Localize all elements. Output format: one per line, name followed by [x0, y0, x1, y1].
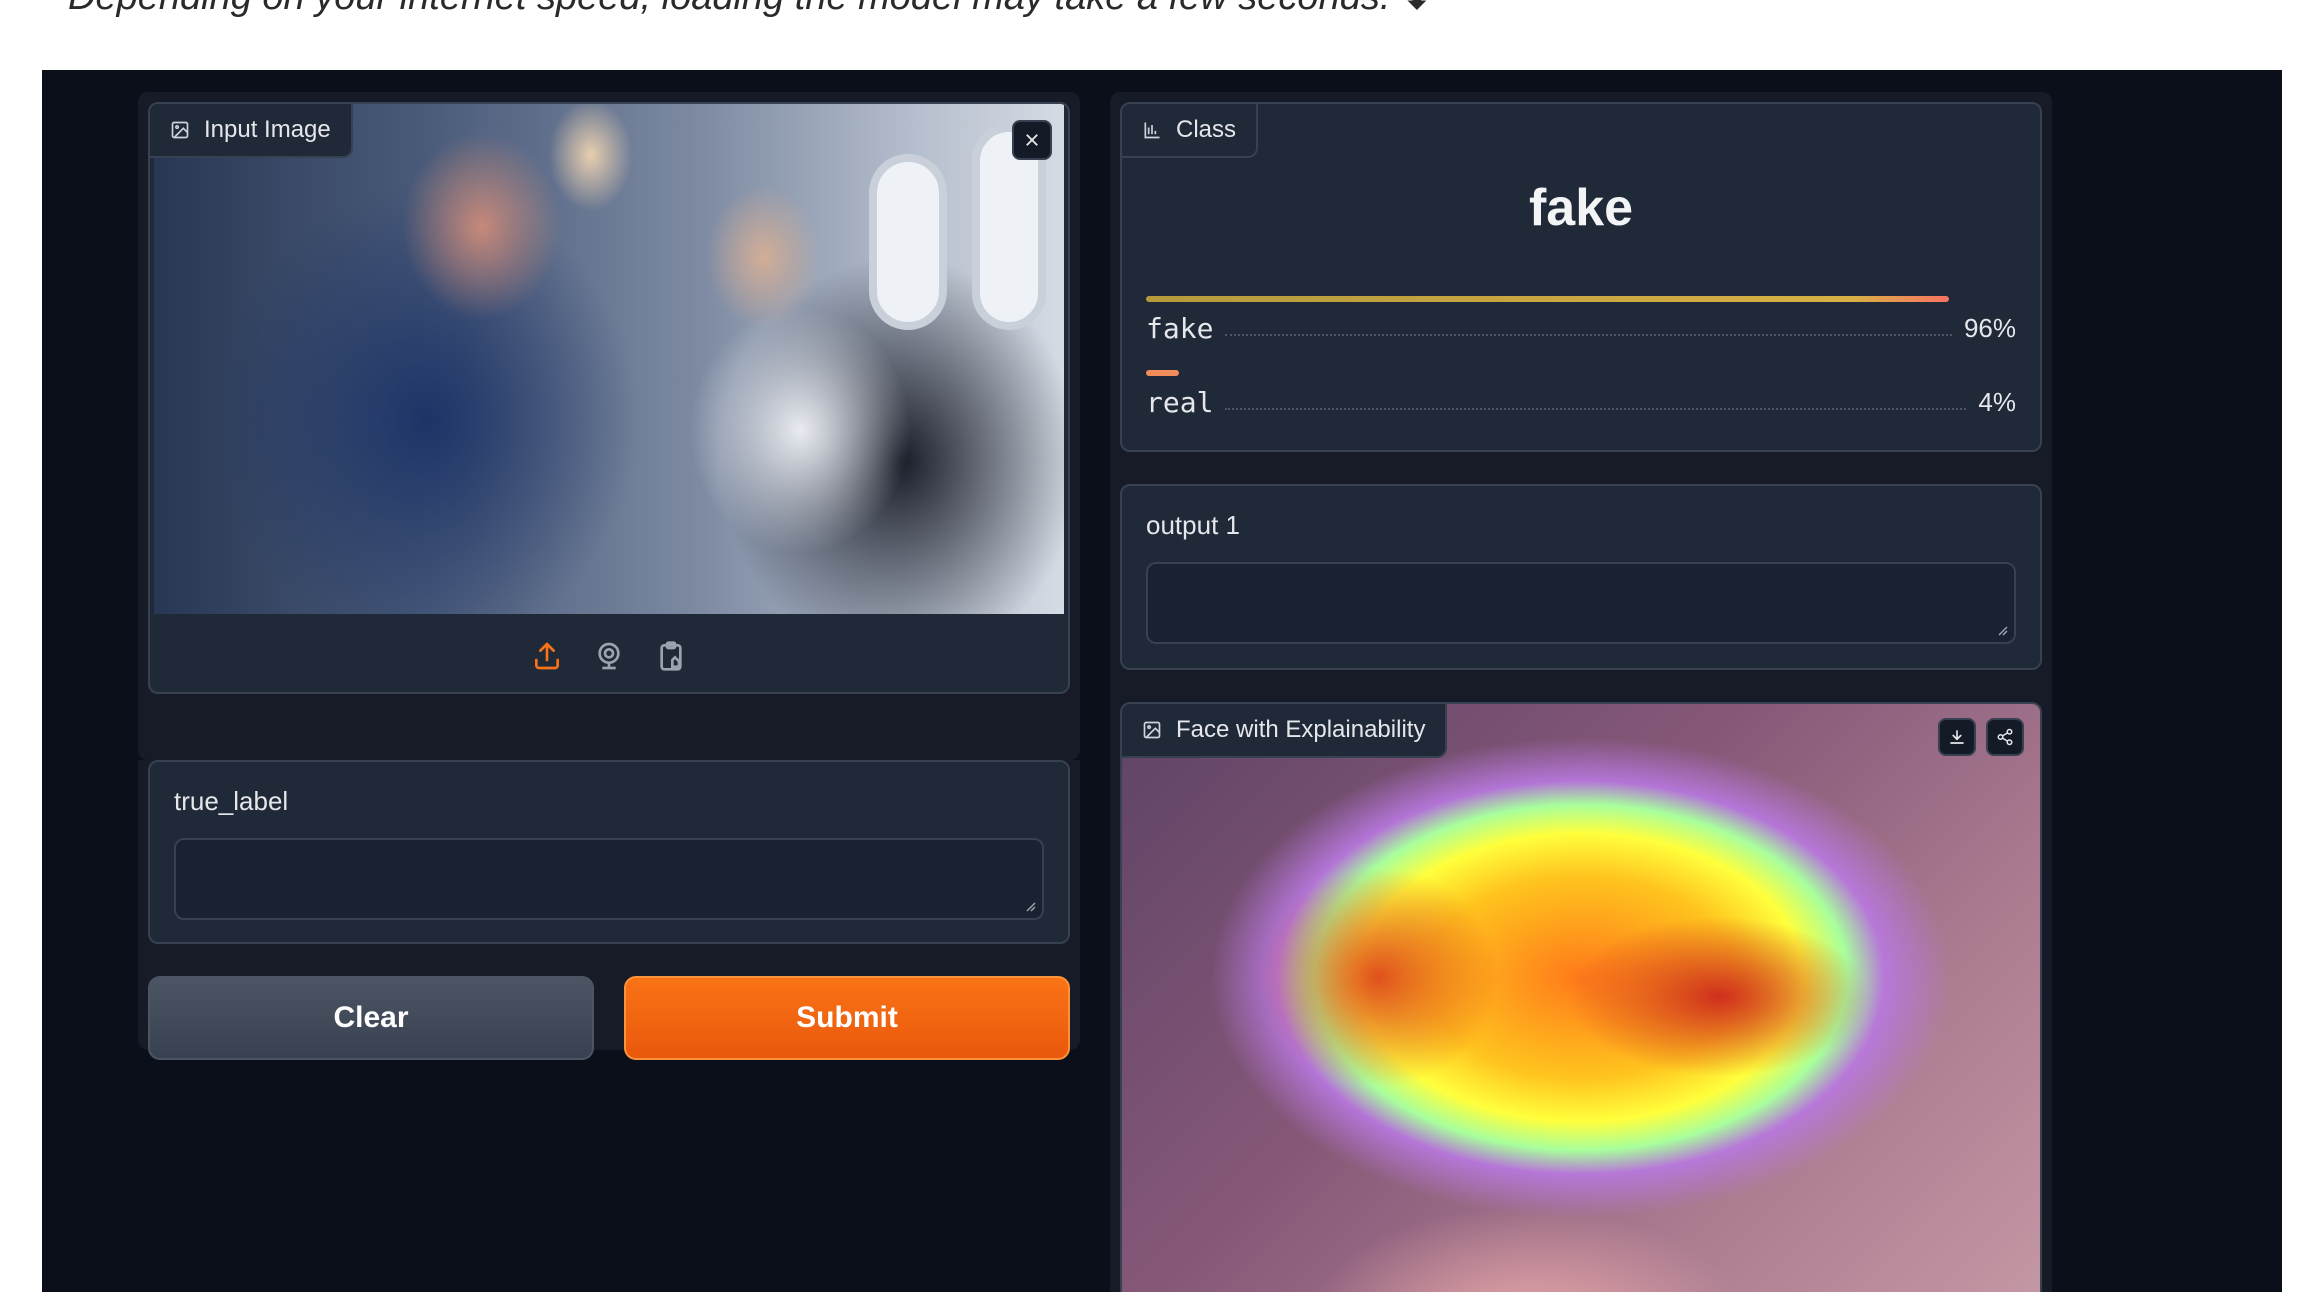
- remove-image-button[interactable]: [1012, 120, 1052, 160]
- webcam-source-button[interactable]: [589, 636, 629, 676]
- submit-button[interactable]: Submit: [624, 976, 1070, 1060]
- confidence-track: [1146, 296, 1982, 302]
- class-label: Class: [1122, 104, 1259, 158]
- image-icon: [1143, 721, 1161, 739]
- clear-button[interactable]: Clear: [148, 976, 594, 1060]
- predicted-class: fake: [1528, 179, 1634, 237]
- dotted-leader: [1225, 407, 1967, 410]
- input-image-block[interactable]: Input Image: [148, 102, 1070, 694]
- input-column-lower: true_label Clear Submit: [138, 760, 1080, 1060]
- class-output-block: Class fake fake 96% real 4%: [1120, 102, 2042, 452]
- confidence-bar: [1146, 296, 1949, 302]
- clipboard-icon: [660, 641, 682, 671]
- share-button[interactable]: [1986, 718, 2024, 756]
- dotted-leader: [1225, 333, 1952, 336]
- download-icon: [1950, 730, 1964, 744]
- bar-chart-icon: [1144, 122, 1160, 139]
- input-image-label: Input Image: [150, 104, 353, 158]
- confidence-label: fake: [1146, 312, 1214, 345]
- image-icon: [171, 121, 189, 139]
- upload-icon: [535, 642, 559, 670]
- confidence-row: real 4%: [1146, 370, 2016, 440]
- explainability-image-block: Face with Explainability: [1120, 702, 2042, 1292]
- image-source-bar: [150, 618, 1068, 692]
- output-1-label: output 1: [1146, 510, 1240, 540]
- close-icon: [1026, 134, 1038, 146]
- webcam-icon: [598, 642, 620, 670]
- output-1-block: output 1: [1120, 484, 2042, 670]
- input-column: Input Image: [138, 92, 1080, 760]
- airplane-window: [869, 154, 947, 330]
- upload-source-button[interactable]: [527, 636, 567, 676]
- share-icon: [1997, 728, 2013, 746]
- true-label-input[interactable]: [174, 838, 1044, 920]
- page-caption: Depending on your internet speed, loadin…: [68, 0, 1433, 19]
- true-label-label: true_label: [174, 786, 289, 816]
- output-1-textbox[interactable]: [1146, 562, 2016, 644]
- resize-handle-icon[interactable]: [1996, 624, 2008, 636]
- confidence-percent: 4%: [1978, 387, 2016, 417]
- input-image-label-text: Input Image: [204, 116, 331, 143]
- confidence-label: real: [1146, 386, 1214, 419]
- explainability-heatmap-image: [1122, 704, 2040, 1292]
- explainability-label: Face with Explainability: [1122, 704, 1448, 758]
- confidence-bar: [1146, 370, 1180, 376]
- input-image-preview: [154, 104, 1064, 614]
- explainability-label-text: Face with Explainability: [1176, 716, 1426, 743]
- confidence-track: [1146, 370, 1982, 376]
- confidence-percent: 96%: [1963, 313, 2016, 343]
- clipboard-source-button[interactable]: [651, 636, 691, 676]
- resize-handle-icon[interactable]: [1024, 900, 1036, 912]
- gradio-app: Input Image true_label Clear Submit Clas…: [42, 70, 2282, 1292]
- true-label-block: true_label: [148, 760, 1070, 944]
- class-label-text: Class: [1176, 116, 1237, 143]
- download-button[interactable]: [1938, 718, 1976, 756]
- output-column: Class fake fake 96% real 4% output 1 Fac…: [1110, 92, 2052, 1292]
- confidence-row: fake 96%: [1146, 296, 2016, 366]
